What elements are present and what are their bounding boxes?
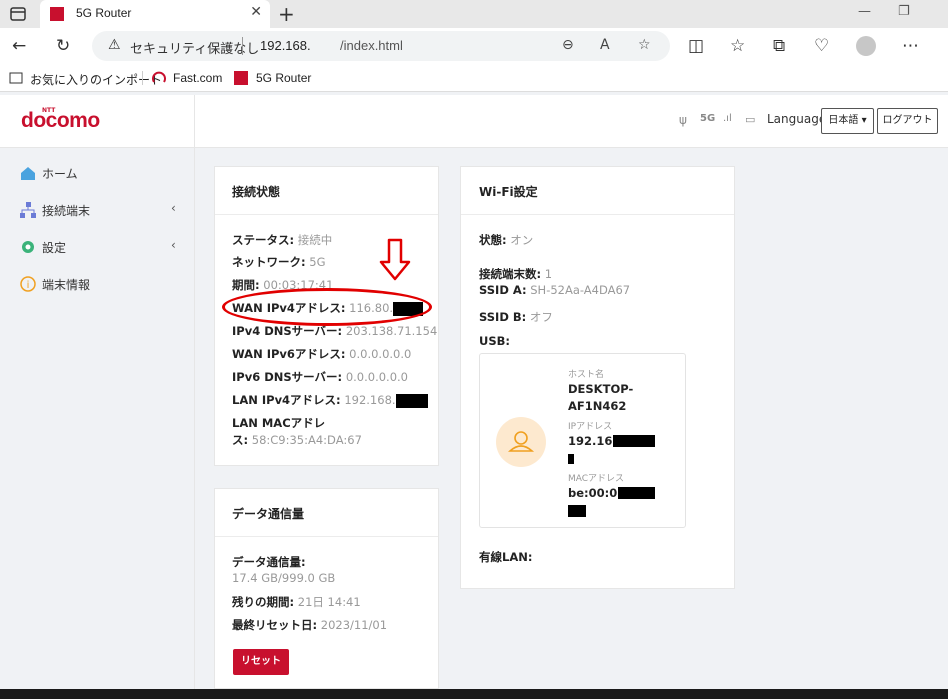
remaining-row: 残りの期間: 21日 14:41 [232, 595, 361, 609]
down-arrow-icon [379, 238, 411, 281]
network-type: 5G [700, 113, 716, 124]
favorites-icon[interactable]: ☆ [730, 36, 745, 56]
sidebar-item-home[interactable]: ホーム [0, 158, 195, 188]
network-row: ネットワーク: 5G [232, 255, 326, 269]
tab-title: 5G Router [76, 6, 132, 20]
hostname-line2: AF1N462 [568, 399, 627, 413]
sidebar: ホーム 接続端末 ‹ 設定 ‹ i 端末情報 [0, 148, 195, 689]
ssid-a-row: SSID A: SH-52Aa-A4DA67 [479, 283, 631, 297]
browser-essentials-icon[interactable]: ♡ [814, 36, 829, 56]
tab-close-icon[interactable]: ✕ [250, 4, 262, 20]
bookmark-fastcom[interactable]: Fast.com [173, 71, 222, 85]
new-tab-button[interactable]: + [278, 2, 295, 26]
collections-icon[interactable]: ⧉ [773, 36, 785, 56]
usb-icon: ψ [679, 113, 687, 127]
network-icon [20, 202, 36, 218]
reset-date-row: 最終リセット日: 2023/11/01 [232, 618, 388, 632]
warning-icon[interactable]: ⚠ [108, 37, 121, 53]
chevron-left-icon: ‹ [171, 201, 176, 215]
url-host: 192.168. [260, 38, 311, 53]
language-label: Language [767, 112, 827, 126]
bookmarks-bar: お気に入りのインポート Fast.com 5G Router [0, 64, 948, 92]
connected-device-card[interactable]: ホスト名 DESKTOP- AF1N462 IPアドレス 192.168. MA… [479, 353, 686, 528]
zoom-icon[interactable]: ⊖ [562, 37, 574, 53]
wifi-settings-card: Wi-Fi設定 状態: オン 接続端末数: 1 SSID A: SH-52Aa-… [460, 166, 735, 589]
tab-actions-icon[interactable] [8, 4, 28, 24]
data-usage-card: データ通信量 データ通信量: 17.4 GB/999.0 GB 残りの期間: 2… [214, 488, 439, 689]
hostname-line1: DESKTOP- [568, 382, 634, 396]
browser-toolbar: ← ↻ ⚠ セキュリティ保護なし 192.168. /index.html ⊖ … [0, 28, 948, 64]
highlight-ellipse [222, 288, 432, 326]
back-icon[interactable]: ← [12, 36, 26, 56]
user-avatar-icon [496, 417, 546, 467]
chevron-left-icon: ‹ [171, 238, 176, 252]
security-warning-text: セキュリティ保護なし [130, 41, 260, 56]
router-favicon-icon [50, 7, 64, 21]
router-page: NTT docomo ψ 5G .ıl ▭ Language 日本語 ▾ ログア… [0, 95, 948, 689]
language-select[interactable]: 日本語 ▾ [821, 108, 874, 134]
more-menu-icon[interactable]: ⋯ [902, 36, 919, 56]
bookmark-5g-router[interactable]: 5G Router [256, 71, 311, 85]
logo-area: NTT docomo [0, 95, 195, 148]
browser-tab-bar: 5G Router ✕ + — ❐ [0, 0, 948, 28]
favorite-star-icon[interactable]: ☆ [638, 37, 651, 53]
status-row: ステータス: 接続中 [232, 233, 333, 247]
router-bookmark-icon [234, 71, 248, 85]
url-path: /index.html [340, 38, 403, 53]
usb-label: USB: [479, 334, 510, 348]
logout-button[interactable]: ログアウト [877, 108, 938, 134]
address-bar[interactable]: ⚠ セキュリティ保護なし 192.168. /index.html ⊖ A ☆ [92, 31, 670, 61]
mac-label: MACアドレス [568, 474, 625, 484]
browser-tab[interactable]: 5G Router ✕ [40, 0, 270, 28]
lan-mac-row-label: LAN MACアドレ [232, 416, 326, 430]
minimize-icon[interactable]: — [858, 4, 871, 19]
hostname-label: ホスト名 [568, 370, 605, 380]
card-title: 接続状態 [232, 185, 281, 199]
profile-avatar-icon[interactable] [856, 36, 876, 56]
wifi-status-row: 状態: オン [479, 233, 534, 247]
wan-ipv6-row: WAN IPv6アドレス: 0.0.0.0.0.0 [232, 347, 412, 361]
home-icon [21, 167, 35, 180]
lan-mac-row: ス: 58:C9:35:A4:DA:67 [232, 433, 362, 447]
fastcom-icon [152, 71, 166, 83]
ipv6-dns-row: IPv6 DNSサーバー: 0.0.0.0.0.0 [232, 370, 408, 384]
wired-lan-label: 有線LAN: [479, 550, 533, 564]
sidebar-item-settings[interactable]: 設定 ‹ [0, 232, 195, 262]
svg-text:i: i [27, 280, 30, 291]
sidebar-item-device-info[interactable]: i 端末情報 [0, 269, 195, 299]
lan-ipv4-row: LAN IPv4アドレス: 192.168. [232, 392, 428, 408]
battery-icon: ▭ [745, 113, 756, 126]
page-header: NTT docomo ψ 5G .ıl ▭ Language 日本語 ▾ ログア… [0, 95, 948, 148]
restore-icon[interactable]: ❐ [898, 4, 910, 19]
usage-label: データ通信量: [232, 555, 306, 569]
card-title: データ通信量 [232, 507, 305, 521]
gear-icon [22, 241, 34, 253]
usage-value: 17.4 GB/999.0 GB [232, 571, 336, 585]
ssid-b-row: SSID B: オフ [479, 310, 553, 324]
split-screen-icon[interactable]: ◫ [688, 36, 704, 56]
ip-label: IPアドレス [568, 422, 613, 432]
reset-button[interactable]: リセット [233, 649, 289, 675]
import-favorites-icon [9, 72, 23, 84]
read-aloud-icon[interactable]: A [600, 37, 610, 53]
info-icon: i [20, 276, 36, 292]
sidebar-item-devices[interactable]: 接続端末 ‹ [0, 195, 195, 225]
signal-icon: .ıl [723, 113, 732, 124]
docomo-logo[interactable]: docomo [21, 109, 100, 133]
taskbar [0, 689, 948, 699]
card-title: Wi-Fi設定 [479, 185, 538, 199]
refresh-icon[interactable]: ↻ [56, 36, 70, 56]
clients-row: 接続端末数: 1 [479, 267, 553, 281]
